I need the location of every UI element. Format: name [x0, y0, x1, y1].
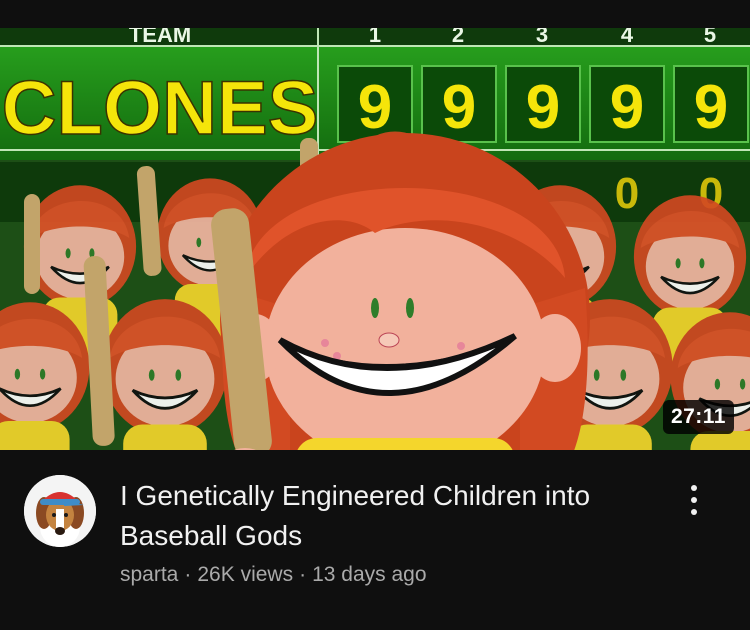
- video-duration-badge: 27:11: [662, 400, 734, 434]
- team-header: TEAM: [129, 28, 191, 47]
- beagle-avatar-icon: [24, 475, 96, 547]
- video-details: I Genetically Engineered Children into B…: [0, 450, 750, 630]
- video-title[interactable]: I Genetically Engineered Children into B…: [120, 476, 640, 556]
- inning-number: 4: [621, 28, 634, 47]
- separator: ·: [299, 563, 307, 586]
- menu-dot: [691, 497, 697, 503]
- inning-number: 3: [536, 28, 548, 47]
- inning-number: 5: [704, 28, 716, 47]
- score-cell: 9: [526, 73, 560, 142]
- score-cell: 9: [442, 73, 476, 142]
- score-row: 9 9 9 9 9: [337, 65, 749, 143]
- channel-name[interactable]: sparta: [120, 563, 178, 586]
- upload-age: 13 days ago: [312, 563, 427, 586]
- score-cell: 9: [610, 73, 644, 142]
- inning-number: 1: [369, 28, 381, 47]
- video-metadata: sparta · 26K views · 13 days ago: [120, 561, 427, 589]
- channel-avatar[interactable]: [24, 475, 96, 547]
- score-cell: 9: [694, 73, 728, 142]
- team-name: CLONES: [2, 66, 319, 151]
- thumbnail-art: TEAM 1 2 3 4 5 CLONES 9 9 9 9 9 0 0: [0, 28, 750, 450]
- more-vertical-icon[interactable]: [676, 480, 712, 520]
- separator: ·: [184, 563, 192, 586]
- menu-dot: [691, 485, 697, 491]
- menu-dot: [691, 509, 697, 515]
- inning-number: 2: [452, 28, 464, 47]
- score-cell: 9: [358, 73, 392, 142]
- video-thumbnail[interactable]: TEAM 1 2 3 4 5 CLONES 9 9 9 9 9 0 0 27:1…: [0, 28, 750, 450]
- view-count: 26K views: [197, 563, 294, 586]
- second-row-score: 0: [615, 169, 639, 218]
- video-card[interactable]: TEAM 1 2 3 4 5 CLONES 9 9 9 9 9 0 0 27:1…: [0, 0, 750, 630]
- top-bar: [0, 0, 750, 28]
